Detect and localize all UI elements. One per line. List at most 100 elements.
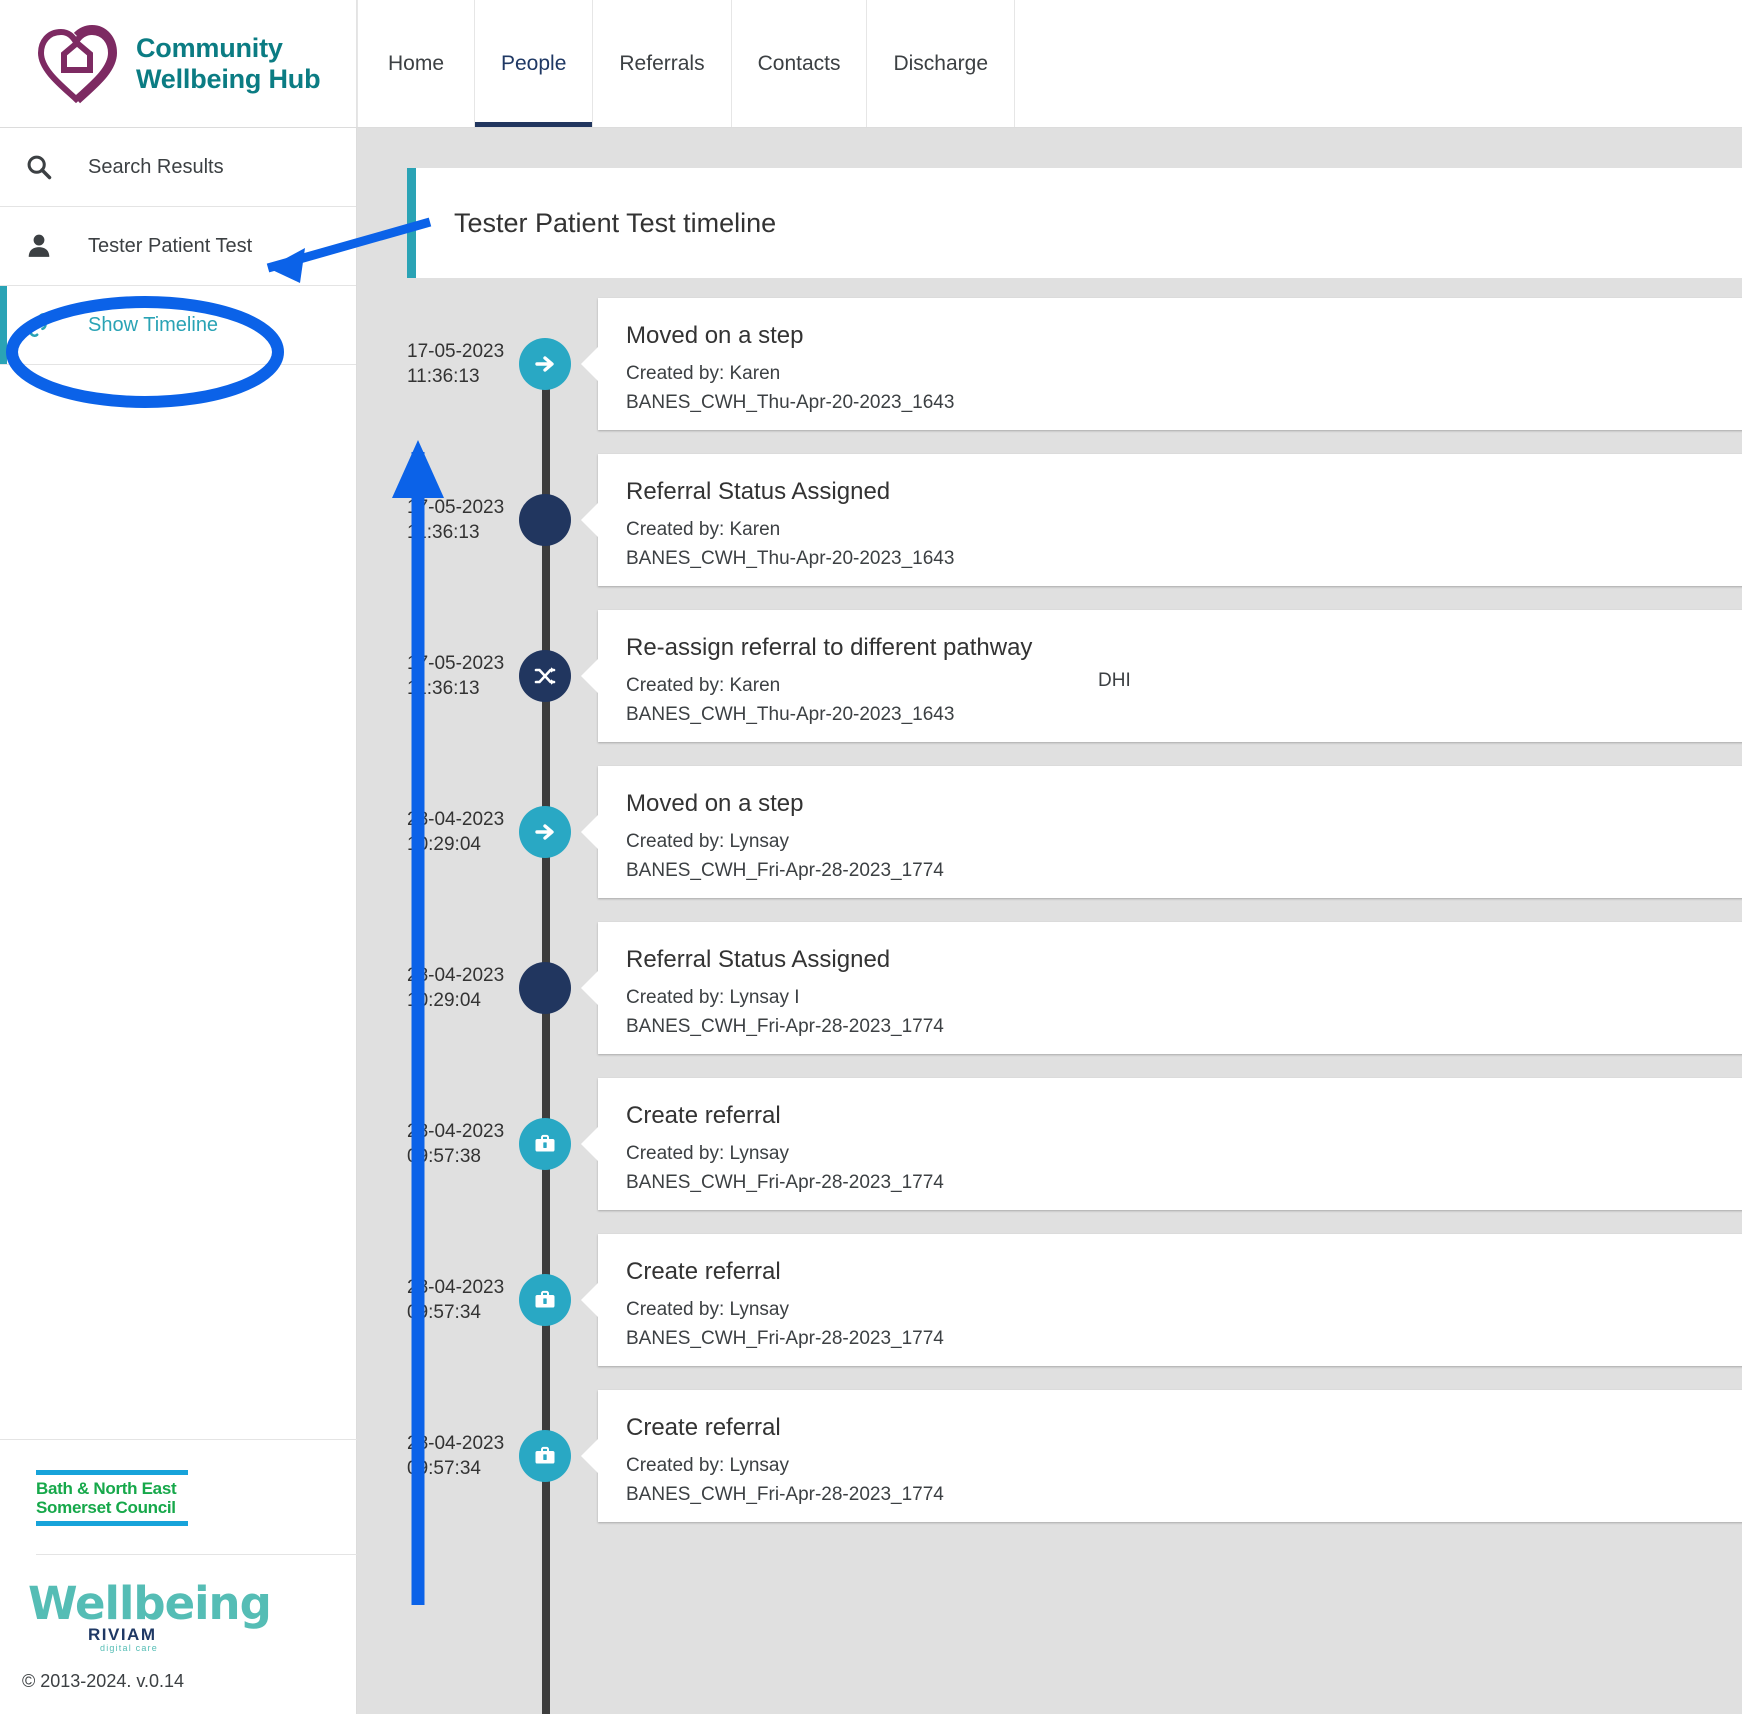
timeline-entry-reference: BANES_CWH_Thu-Apr-20-2023_1643 [626,548,955,570]
tab-label: Home [387,51,445,75]
timeline-entry-reference: BANES_CWH_Fri-Apr-28-2023_1774 [626,1328,944,1350]
tab-contacts[interactable]: Contacts [731,0,868,127]
timeline-entry-time: 10:29:04 [407,990,481,1011]
timeline-entry-card[interactable]: Referral Status Assigned Created by: Lyns… [598,922,1742,1054]
timeline-entry-datetime: 28-04-2023 09:57:34 [407,1431,527,1481]
timeline-entry-creator: Created by: Karen [626,675,781,696]
brand-title: Community Wellbeing Hub [136,33,321,93]
timeline-entry-time: 10:29:04 [407,834,481,855]
timeline-entry: 17-05-2023 11:36:13 Re-assign referral to … [357,610,1742,742]
timeline-entry-card[interactable]: Moved on a step Created by: Karen BANES_CW… [598,298,1742,430]
timeline-entry-date: 28-04-2023 [407,808,505,830]
timeline-entry-creator: Created by: Lynsay [626,1455,789,1476]
timeline-entry-datetime: 17-05-2023 11:36:13 [407,651,527,701]
wellbeing-wordmark: Wellbeing [28,1577,272,1630]
timeline-entry-date: 28-04-2023 [407,1276,505,1298]
timeline-entry-date: 28-04-2023 [407,964,505,986]
timeline-entry-creator: Created by: Lynsay I [626,987,800,1008]
tab-referrals[interactable]: Referrals [593,0,732,127]
page-title: Tester Patient Test timeline [454,207,777,238]
timeline-entry-creator: Created by: Lynsay [626,1299,789,1320]
timeline-entry-reference: BANES_CWH_Thu-Apr-20-2023_1643 [626,392,955,414]
timeline-entry: 28-04-2023 09:57:34 Create referral Created… [357,1390,1742,1522]
council-logo-line2: Somerset Council [36,1497,176,1517]
tab-people[interactable]: People [475,0,594,127]
timeline-marker-dot-icon[interactable] [519,962,571,1014]
council-logo-bottom-rule [36,1521,188,1526]
sidebar-item-tester-patient-test[interactable]: Tester Patient Test [0,207,356,286]
briefcase-icon [535,1290,555,1308]
timeline-marker-shuffle-icon[interactable] [519,650,571,702]
tab-label: Contacts [757,51,841,75]
timeline-entry-time: 09:57:38 [407,1146,481,1167]
timeline-entry-reference: BANES_CWH_Fri-Apr-28-2023_1774 [626,860,944,882]
timeline-entry-reference: BANES_CWH_Fri-Apr-28-2023_1774 [626,1172,944,1194]
timeline-entry-title: Moved on a step [626,790,804,817]
timeline-header: Tester Patient Test timeline [407,168,1742,278]
timeline-entry-card[interactable]: Re-assign referral to different pathway C… [598,610,1742,742]
timeline-entry-title: Moved on a step [626,322,804,349]
timeline-entry-date: 17-05-2023 [407,652,505,674]
timeline-entry-card[interactable]: Create referral Created by: Lynsay BANES_C… [598,1234,1742,1366]
timeline-entry: 17-05-2023 11:36:13 Moved on a step Created… [357,298,1742,430]
main-tabs: Home People Referrals Contacts Discharge [357,0,1016,127]
timeline-entry: 28-04-2023 10:29:04 Referral Status Assign… [357,922,1742,1054]
timeline-entry-card[interactable]: Create referral Created by: Lynsay BANES_C… [598,1078,1742,1210]
timeline-entry-datetime: 28-04-2023 09:57:34 [407,1275,527,1325]
timeline-marker-arrow-right-icon[interactable] [519,806,571,858]
tab-label: Referrals [619,51,705,75]
timeline-entry-date: 17-05-2023 [407,340,505,362]
brand-logo-block[interactable]: Community Wellbeing Hub [0,0,357,127]
timeline-entry-title: Referral Status Assigned [626,946,891,973]
timeline-marker-arrow-right-icon[interactable] [519,338,571,390]
tab-home[interactable]: Home [357,0,475,127]
timeline-marker-dot-icon[interactable] [519,494,571,546]
timeline-entry-time: 11:36:13 [407,366,480,387]
sidebar-item-show-timeline[interactable]: Show Timeline [0,286,356,365]
timeline-marker-briefcase-icon[interactable] [519,1274,571,1326]
timeline-entry-datetime: 17-05-2023 11:36:13 [407,495,527,545]
timeline-entry-datetime: 28-04-2023 10:29:04 [407,963,527,1013]
timeline-entry-datetime: 28-04-2023 10:29:04 [407,807,527,857]
timeline-entry: 28-04-2023 09:57:38 Create referral Created… [357,1078,1742,1210]
riviam-wordmark: RIVIAM [88,1625,157,1644]
sidebar-item-search-results[interactable]: Search Results [0,128,356,207]
timeline-entry-creator: Created by: Lynsay [626,1143,789,1164]
timeline-entry-title: Referral Status Assigned [626,478,891,505]
search-icon [22,153,56,181]
council-logo-line1: Bath & North East [36,1478,177,1498]
timeline-entry-title: Create referral [626,1414,781,1441]
sidebar: Search Results Tester Patient Test Show … [0,128,1436,1714]
wellbeing-riviam-logo: Wellbeing RIVIAM digital care [28,1577,272,1659]
arrow-right-icon [535,824,554,840]
timeline-entry-time: 11:36:13 [407,522,480,543]
timeline-panel: Tester Patient Test timeline 17-05-2023 1… [357,128,1742,1714]
bath-north-east-somerset-council-logo: Bath & North East Somerset Council [36,1469,188,1526]
timeline-entry-creator: Created by: Lynsay [626,831,789,852]
sidebar-item-label: Search Results [88,155,224,178]
timeline-entry-date: 17-05-2023 [407,496,505,518]
riviam-tagline: digital care [100,1643,158,1653]
sidebar-item-label: Show Timeline [88,313,219,336]
sidebar-footer: Bath & North East Somerset Council Wellb… [0,1438,1436,1714]
timeline-entry: 17-05-2023 11:36:13 Referral Status Assign… [357,454,1742,586]
copyright-text: © 2013-2024. v.0.14 [22,1671,185,1691]
shuffle-icon [534,667,556,685]
timeline-entry-date: 28-04-2023 [407,1120,505,1142]
briefcase-icon [535,1134,555,1152]
timeline-entry-card[interactable]: Moved on a step Created by: Lynsay BANES_C… [598,766,1742,898]
timeline-marker-briefcase-icon[interactable] [519,1118,571,1170]
timeline-marker-briefcase-icon[interactable] [519,1430,571,1482]
timeline-entry-creator: Created by: Karen [626,363,781,384]
timeline-entry-card[interactable]: Referral Status Assigned Created by: Kare… [598,454,1742,586]
timeline-entry-datetime: 28-04-2023 09:57:38 [407,1119,527,1169]
timeline-entry-title: Re-assign referral to different pathway [626,634,1033,661]
tab-label: People [501,51,567,75]
timeline-entry-card[interactable]: Create referral Created by: Lynsay BANES_C… [598,1390,1742,1522]
heart-house-icon [37,24,118,103]
tab-discharge[interactable]: Discharge [867,0,1016,127]
timeline-entry-title: Create referral [626,1102,781,1129]
timeline-entry: 28-04-2023 09:57:34 Create referral Created… [357,1234,1742,1366]
timeline-entry-reference: BANES_CWH_Fri-Apr-28-2023_1774 [626,1484,944,1506]
top-navigation-bar: Community Wellbeing Hub Home People Referr… [0,0,1742,128]
